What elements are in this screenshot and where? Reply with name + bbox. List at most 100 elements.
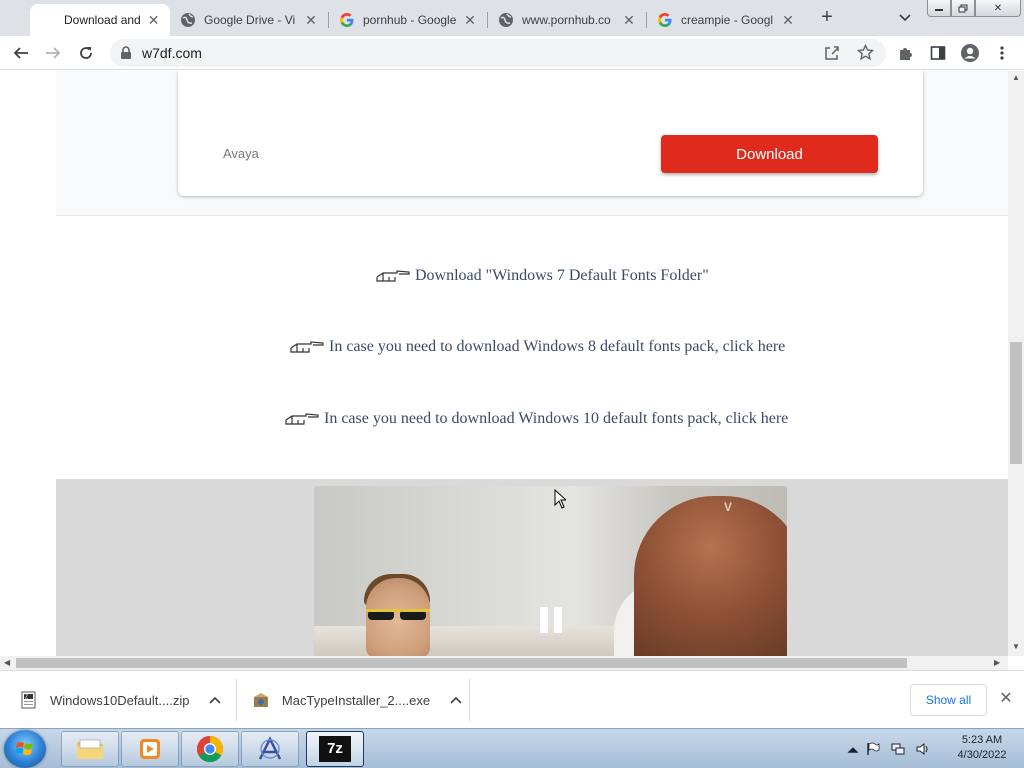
download-item-zip[interactable]: Z Windows10Default....zip xyxy=(20,671,230,729)
windows-taskbar: 7z 5:23 AM 4/30/2022 xyxy=(0,728,1024,768)
chevron-down-icon xyxy=(899,14,911,22)
tab-title: creampie - Googl xyxy=(681,13,774,27)
close-tab-icon[interactable]: ✕ xyxy=(147,12,160,28)
scroll-down-icon[interactable]: ▼ xyxy=(1012,642,1020,651)
clock-date: 4/30/2022 xyxy=(957,749,1007,761)
chrome-icon xyxy=(196,735,224,763)
page-icon xyxy=(40,12,56,28)
show-all-downloads-button[interactable]: Show all xyxy=(910,684,987,716)
globe-icon xyxy=(498,12,514,28)
download-filename: MacTypeInstaller_2....exe xyxy=(281,692,431,708)
bookmark-star-icon[interactable] xyxy=(857,44,874,61)
system-clock[interactable]: 5:23 AM 4/30/2022 xyxy=(942,733,1022,763)
close-tab-icon[interactable]: ✕ xyxy=(622,12,636,28)
link-windows-7-fonts[interactable]: Download "Windows 7 Default Fonts Folder… xyxy=(375,267,709,285)
tab-title: www.pornhub.co xyxy=(522,13,611,27)
pointing-hand-icon xyxy=(290,341,324,353)
new-tab-button[interactable]: + xyxy=(815,6,839,30)
start-button[interactable] xyxy=(4,730,46,768)
puzzle-icon xyxy=(900,48,912,60)
tray-expand-icon[interactable] xyxy=(846,743,860,757)
download-filename: Windows10Default....zip xyxy=(50,692,190,708)
download-item-exe[interactable]: MacTypeInstaller_2....exe xyxy=(252,671,462,729)
network-icon[interactable] xyxy=(891,742,905,756)
scroll-right-icon[interactable]: ▶ xyxy=(994,658,1000,667)
restore-icon xyxy=(958,4,968,12)
reload-button[interactable] xyxy=(74,41,98,65)
close-tab-icon[interactable]: ✕ xyxy=(781,12,795,28)
google-icon xyxy=(657,12,673,28)
forward-button[interactable] xyxy=(41,41,65,65)
horizontal-scrollbar[interactable]: ◀ ▶ xyxy=(0,656,1008,670)
close-window-button[interactable]: ✕ xyxy=(975,0,1021,17)
pointing-hand-icon xyxy=(376,270,410,282)
system-tray: 5:23 AM 4/30/2022 xyxy=(840,729,1024,768)
mouse-cursor-icon xyxy=(554,489,566,509)
ad-download-button[interactable]: Download xyxy=(661,135,878,173)
minimize-icon xyxy=(935,9,943,11)
scroll-left-icon[interactable]: ◀ xyxy=(4,658,10,667)
tab-title: pornhub - Google xyxy=(363,13,457,27)
zip-file-icon: Z xyxy=(21,691,36,709)
page-viewport: Avaya Download Download "Windows 7 Defau… xyxy=(0,71,1008,656)
clock-time: 5:23 AM xyxy=(961,734,1003,746)
link-windows-8-fonts[interactable]: In case you need to download Windows 8 d… xyxy=(289,338,785,356)
forward-arrow-icon xyxy=(46,47,61,59)
download-shelf: Z Windows10Default....zip MacTypeInstall… xyxy=(0,670,1024,728)
taskbar-app[interactable] xyxy=(241,731,299,767)
tab-strip: Download and Re ✕ Google Drive - Vi ✕ po… xyxy=(0,0,1024,36)
vertical-scrollbar[interactable]: ▲ ▼ xyxy=(1008,71,1024,656)
tab-creampie-google[interactable]: creampie - Googl ✕ xyxy=(647,4,805,36)
menu-button[interactable] xyxy=(990,41,1014,65)
minimize-button[interactable] xyxy=(927,0,951,17)
taskbar-media-player[interactable] xyxy=(121,731,179,767)
chevron-up-icon[interactable] xyxy=(209,696,222,704)
reload-icon xyxy=(80,47,92,59)
close-tab-icon[interactable]: ✕ xyxy=(304,12,318,28)
explorer-icon xyxy=(77,739,103,759)
media-player-icon xyxy=(140,739,160,759)
volume-icon[interactable] xyxy=(916,742,930,756)
profile-button[interactable] xyxy=(958,41,982,65)
restore-button[interactable] xyxy=(951,0,975,17)
tab-title: Google Drive - Vi xyxy=(204,13,296,27)
vertical-scroll-thumb[interactable] xyxy=(1010,342,1022,464)
avatar-icon xyxy=(961,44,979,62)
tab-search-button[interactable] xyxy=(894,8,916,28)
tab-title: Download and Re xyxy=(64,13,141,27)
video-scene-person-hair xyxy=(634,496,787,656)
back-arrow-icon xyxy=(13,47,28,59)
ad-card[interactable]: Avaya Download xyxy=(178,71,923,196)
lock-icon xyxy=(121,46,131,59)
download-separator xyxy=(469,679,470,721)
scroll-up-icon[interactable]: ▲ xyxy=(1012,73,1020,82)
app-icon xyxy=(258,736,282,760)
link-windows-10-fonts[interactable]: In case you need to download Windows 10 … xyxy=(284,410,788,428)
share-icon[interactable] xyxy=(824,45,840,61)
tab-pornhub-google[interactable]: pornhub - Google ✕ xyxy=(329,4,487,36)
action-center-flag-icon[interactable] xyxy=(866,742,880,756)
7zip-icon: 7z xyxy=(319,736,351,762)
ad-advertiser: Avaya xyxy=(223,146,259,161)
download-separator xyxy=(236,679,237,721)
extensions-button[interactable] xyxy=(894,41,918,65)
back-button[interactable] xyxy=(9,41,33,65)
pause-icon[interactable] xyxy=(540,607,562,633)
taskbar-chrome[interactable] xyxy=(181,731,239,767)
tab-google-drive[interactable]: Google Drive - Vi ✕ xyxy=(170,4,328,36)
pointing-hand-icon xyxy=(285,413,319,425)
tab-pornhub-site[interactable]: www.pornhub.co ✕ xyxy=(488,4,646,36)
close-tab-icon[interactable]: ✕ xyxy=(463,12,477,28)
tab-download-and-re[interactable]: Download and Re ✕ xyxy=(30,4,170,36)
chevron-up-icon[interactable] xyxy=(450,696,462,704)
browser-toolbar: w7df.com xyxy=(0,36,1024,70)
address-bar[interactable]: w7df.com xyxy=(110,39,886,67)
side-panel-button[interactable] xyxy=(926,41,950,65)
video-player[interactable]: V xyxy=(314,486,787,656)
taskbar-explorer[interactable] xyxy=(61,731,119,767)
globe-icon xyxy=(180,12,196,28)
close-shelf-icon[interactable]: ✕ xyxy=(997,690,1015,708)
horizontal-scroll-thumb[interactable] xyxy=(16,658,907,668)
close-icon: ✕ xyxy=(993,2,1003,14)
taskbar-7zip[interactable]: 7z xyxy=(306,731,364,767)
